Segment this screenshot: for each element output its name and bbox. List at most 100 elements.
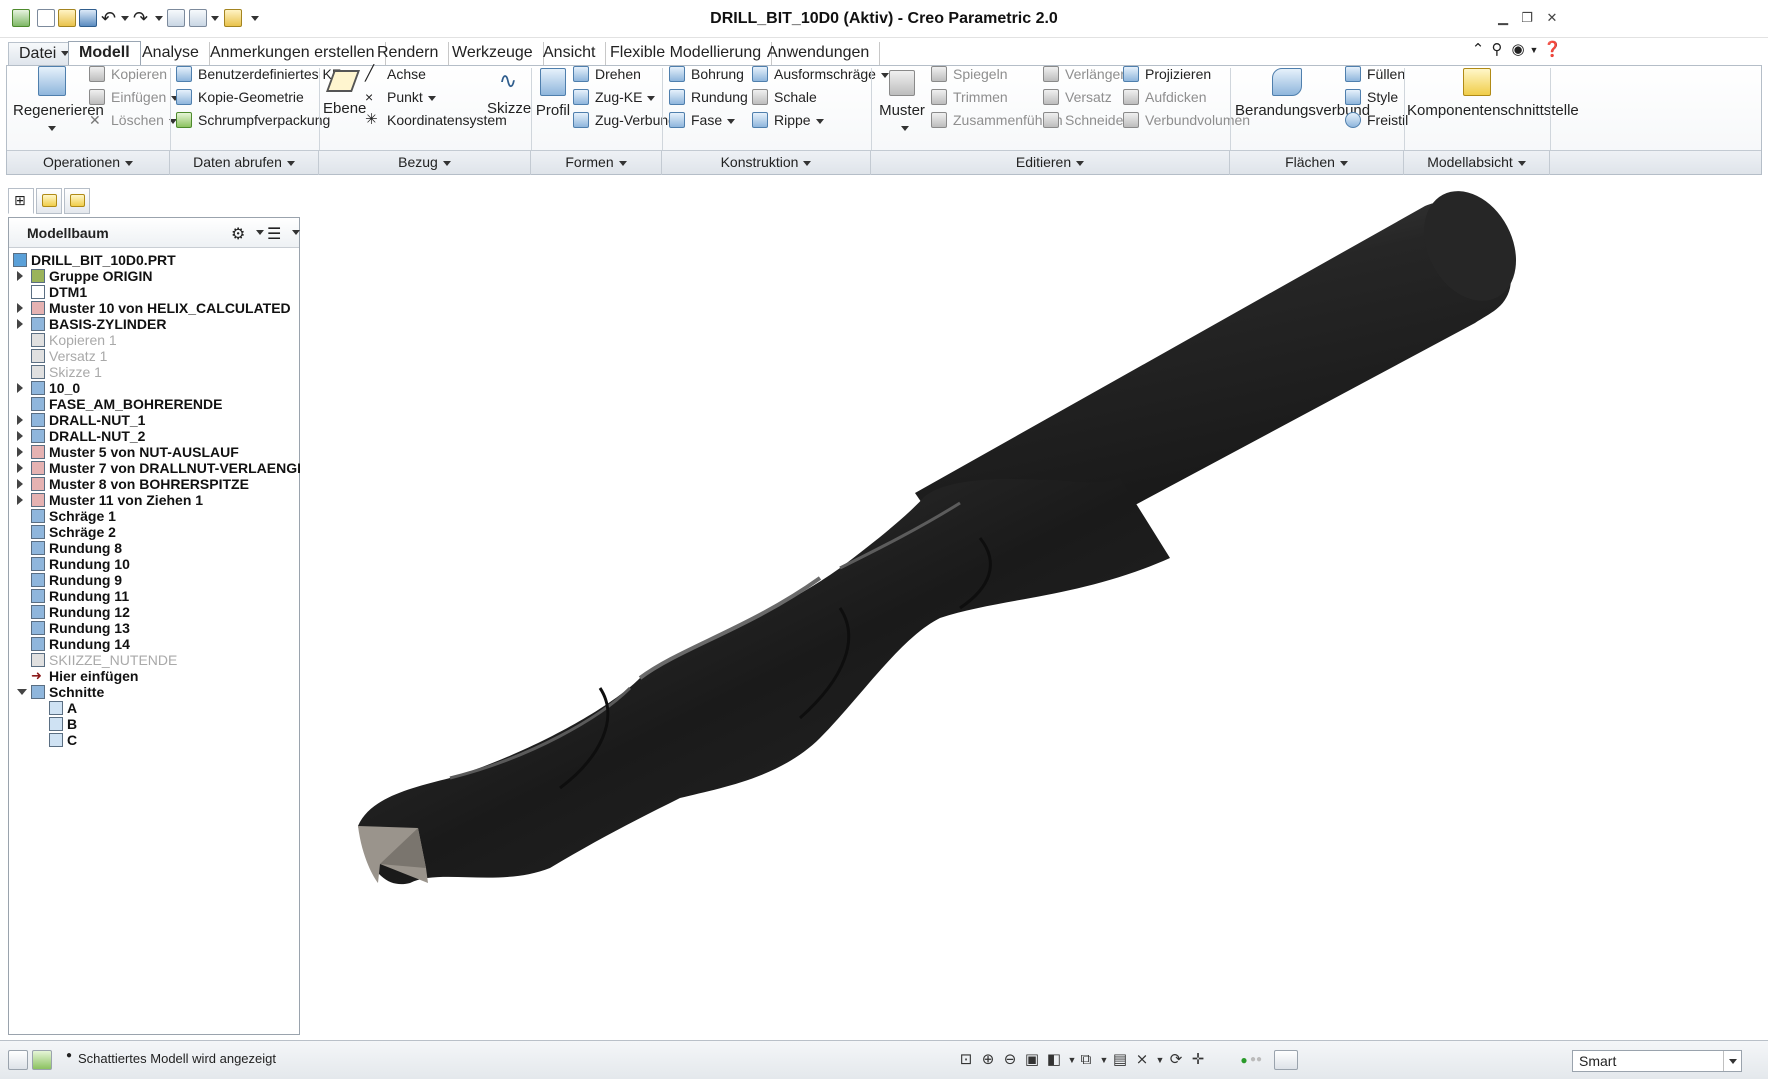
- expand-arrow-icon[interactable]: [17, 479, 23, 489]
- tab-werkzeuge[interactable]: Werkzeuge: [442, 42, 544, 66]
- display-style-icon[interactable]: ◧: [1046, 1052, 1062, 1068]
- group-daten-abrufen[interactable]: Daten abrufen: [170, 151, 319, 175]
- expand-arrow-icon[interactable]: [17, 303, 23, 313]
- favorites-tab[interactable]: [64, 188, 90, 214]
- group-operationen[interactable]: Operationen: [7, 151, 170, 175]
- versatz-button[interactable]: Versatz: [1043, 87, 1112, 107]
- datum-display-icon[interactable]: ⨯: [1134, 1052, 1150, 1068]
- expand-arrow-icon[interactable]: [17, 463, 23, 473]
- zoom-out-icon[interactable]: ⊖: [1002, 1052, 1018, 1068]
- expand-arrow-icon[interactable]: [17, 495, 23, 505]
- profil-button[interactable]: Profil: [535, 66, 571, 119]
- einfuegen-button[interactable]: Einfügen: [89, 87, 180, 107]
- rundung-button[interactable]: Rundung: [669, 87, 761, 107]
- restore-button[interactable]: ❐: [1520, 11, 1534, 24]
- group-modellabsicht[interactable]: Modellabsicht: [1404, 151, 1550, 175]
- skizze-button[interactable]: ∿ Skizze: [487, 66, 531, 117]
- filter-dropdown-icon[interactable]: [1723, 1051, 1741, 1071]
- spin-center-icon[interactable]: ✛: [1190, 1052, 1206, 1068]
- tab-analyse[interactable]: Analyse: [132, 42, 210, 66]
- expand-arrow-icon[interactable]: [17, 271, 23, 281]
- minimize-button[interactable]: ▁: [1496, 11, 1510, 24]
- group-konstruktion[interactable]: Konstruktion: [662, 151, 871, 175]
- group-flaechen[interactable]: Flächen: [1230, 151, 1404, 175]
- zug-ke-button[interactable]: Zug-KE: [573, 87, 656, 107]
- achse-button[interactable]: ╱ Achse: [365, 64, 426, 84]
- community-dropdown-icon[interactable]: ▼: [1526, 42, 1542, 58]
- datum-display-dropdown-icon[interactable]: ▼: [1152, 1052, 1168, 1068]
- saved-views-icon[interactable]: ⧉: [1078, 1052, 1094, 1068]
- schale-button[interactable]: Schale: [752, 87, 817, 107]
- collapse-ribbon-icon[interactable]: ⌃: [1470, 42, 1486, 58]
- punkt-button[interactable]: × Punkt: [365, 87, 436, 107]
- loeschen-button[interactable]: ✕ Löschen: [89, 110, 177, 130]
- point-icon: ×: [365, 89, 374, 105]
- refit-icon[interactable]: ⊡: [958, 1052, 974, 1068]
- repaint-icon[interactable]: ▣: [1024, 1052, 1040, 1068]
- search-icon[interactable]: ⚲: [1489, 42, 1505, 58]
- community-icon[interactable]: ◉: [1510, 42, 1526, 58]
- berandungsverbund-button[interactable]: Berandungsverbund: [1235, 66, 1370, 119]
- tree-settings-icon[interactable]: ⚙: [231, 224, 245, 244]
- kopieren-button[interactable]: Kopieren: [89, 64, 167, 84]
- tree-show-dropdown-icon[interactable]: [292, 230, 300, 235]
- fuellen-button[interactable]: Füllen: [1345, 64, 1405, 84]
- model-tree-tab[interactable]: ⊞: [8, 188, 34, 214]
- tab-ansicht[interactable]: Ansicht: [533, 42, 607, 66]
- chamfer-icon: [669, 112, 685, 128]
- projizieren-button[interactable]: Projizieren: [1123, 64, 1211, 84]
- expand-arrow-icon[interactable]: [17, 383, 23, 393]
- aufdicken-button[interactable]: Aufdicken: [1123, 87, 1206, 107]
- expand-arrow-icon[interactable]: [17, 431, 23, 441]
- toggle-navigator-icon[interactable]: [8, 1050, 28, 1070]
- ebene-button[interactable]: Ebene: [323, 66, 366, 117]
- drill-bit-model[interactable]: [300, 178, 1762, 1035]
- graphics-window[interactable]: [300, 178, 1762, 1035]
- komponentenschnittstelle-button[interactable]: Komponentenschnittstelle: [1407, 66, 1579, 119]
- expand-arrow-icon[interactable]: [17, 319, 23, 329]
- tab-rendern[interactable]: Rendern: [367, 42, 450, 66]
- style-button[interactable]: Style: [1345, 87, 1398, 107]
- zoom-in-icon[interactable]: ⊕: [980, 1052, 996, 1068]
- schneiden-button[interactable]: Schneiden: [1043, 110, 1131, 130]
- regenerieren-button[interactable]: Regenerieren: [13, 66, 104, 136]
- close-button[interactable]: ✕: [1545, 11, 1559, 24]
- group-formen[interactable]: Formen: [531, 151, 662, 175]
- expand-arrow-icon[interactable]: [17, 415, 23, 425]
- tree-item[interactable]: C: [9, 731, 297, 749]
- expand-arrow-icon[interactable]: [17, 447, 23, 457]
- find-icon[interactable]: [1274, 1050, 1298, 1070]
- collapse-arrow-icon[interactable]: [17, 689, 27, 695]
- ausformschraege-button[interactable]: Ausformschräge: [752, 64, 889, 84]
- kopie-geometrie-button[interactable]: Kopie-Geometrie: [176, 87, 304, 107]
- verlaengern-button[interactable]: Verlängern: [1043, 64, 1133, 84]
- muster-button[interactable]: Muster: [875, 66, 929, 136]
- trimmen-button[interactable]: Trimmen: [931, 87, 1008, 107]
- tree-settings-dropdown-icon[interactable]: [256, 230, 264, 235]
- fase-button[interactable]: Fase: [669, 110, 736, 130]
- freistil-button[interactable]: Freistil: [1345, 110, 1408, 130]
- selection-filter[interactable]: Smart: [1572, 1050, 1742, 1072]
- group-editieren[interactable]: Editieren: [871, 151, 1230, 175]
- bohrung-button[interactable]: Bohrung: [669, 64, 744, 84]
- zug-verbund-button[interactable]: Zug-Verbund: [573, 110, 676, 130]
- saved-views-dropdown-icon[interactable]: ▼: [1096, 1052, 1112, 1068]
- group-bezug[interactable]: Bezug: [319, 151, 531, 175]
- drehen-button[interactable]: Drehen: [573, 64, 641, 84]
- koordinatensystem-button[interactable]: ✳ Koordinatensystem: [365, 110, 507, 130]
- help-icon[interactable]: ❓: [1543, 42, 1562, 58]
- tab-flexible-modellierung[interactable]: Flexible Modellierung: [600, 42, 773, 66]
- toggle-browser-icon[interactable]: [32, 1050, 52, 1070]
- annotation-display-icon[interactable]: ⟳: [1168, 1052, 1184, 1068]
- tree-show-icon[interactable]: ☰: [267, 224, 281, 244]
- tab-anwendungen[interactable]: Anwendungen: [757, 42, 881, 66]
- rippe-button[interactable]: Rippe: [752, 110, 824, 130]
- schrumpfverpackung-button[interactable]: Schrumpfverpackung: [176, 110, 330, 130]
- spiegeln-button[interactable]: Spiegeln: [931, 64, 1008, 84]
- tab-anmerkungen-erstellen[interactable]: Anmerkungen erstellen: [200, 42, 386, 66]
- view-manager-icon[interactable]: ▤: [1112, 1052, 1128, 1068]
- verbundvolumen-button[interactable]: Verbundvolumen: [1123, 110, 1250, 130]
- folder-browser-tab[interactable]: [36, 188, 62, 214]
- benutzerdefiniertes-ke-button[interactable]: Benutzerdefiniertes KE: [176, 64, 341, 84]
- draft-icon: [31, 525, 45, 539]
